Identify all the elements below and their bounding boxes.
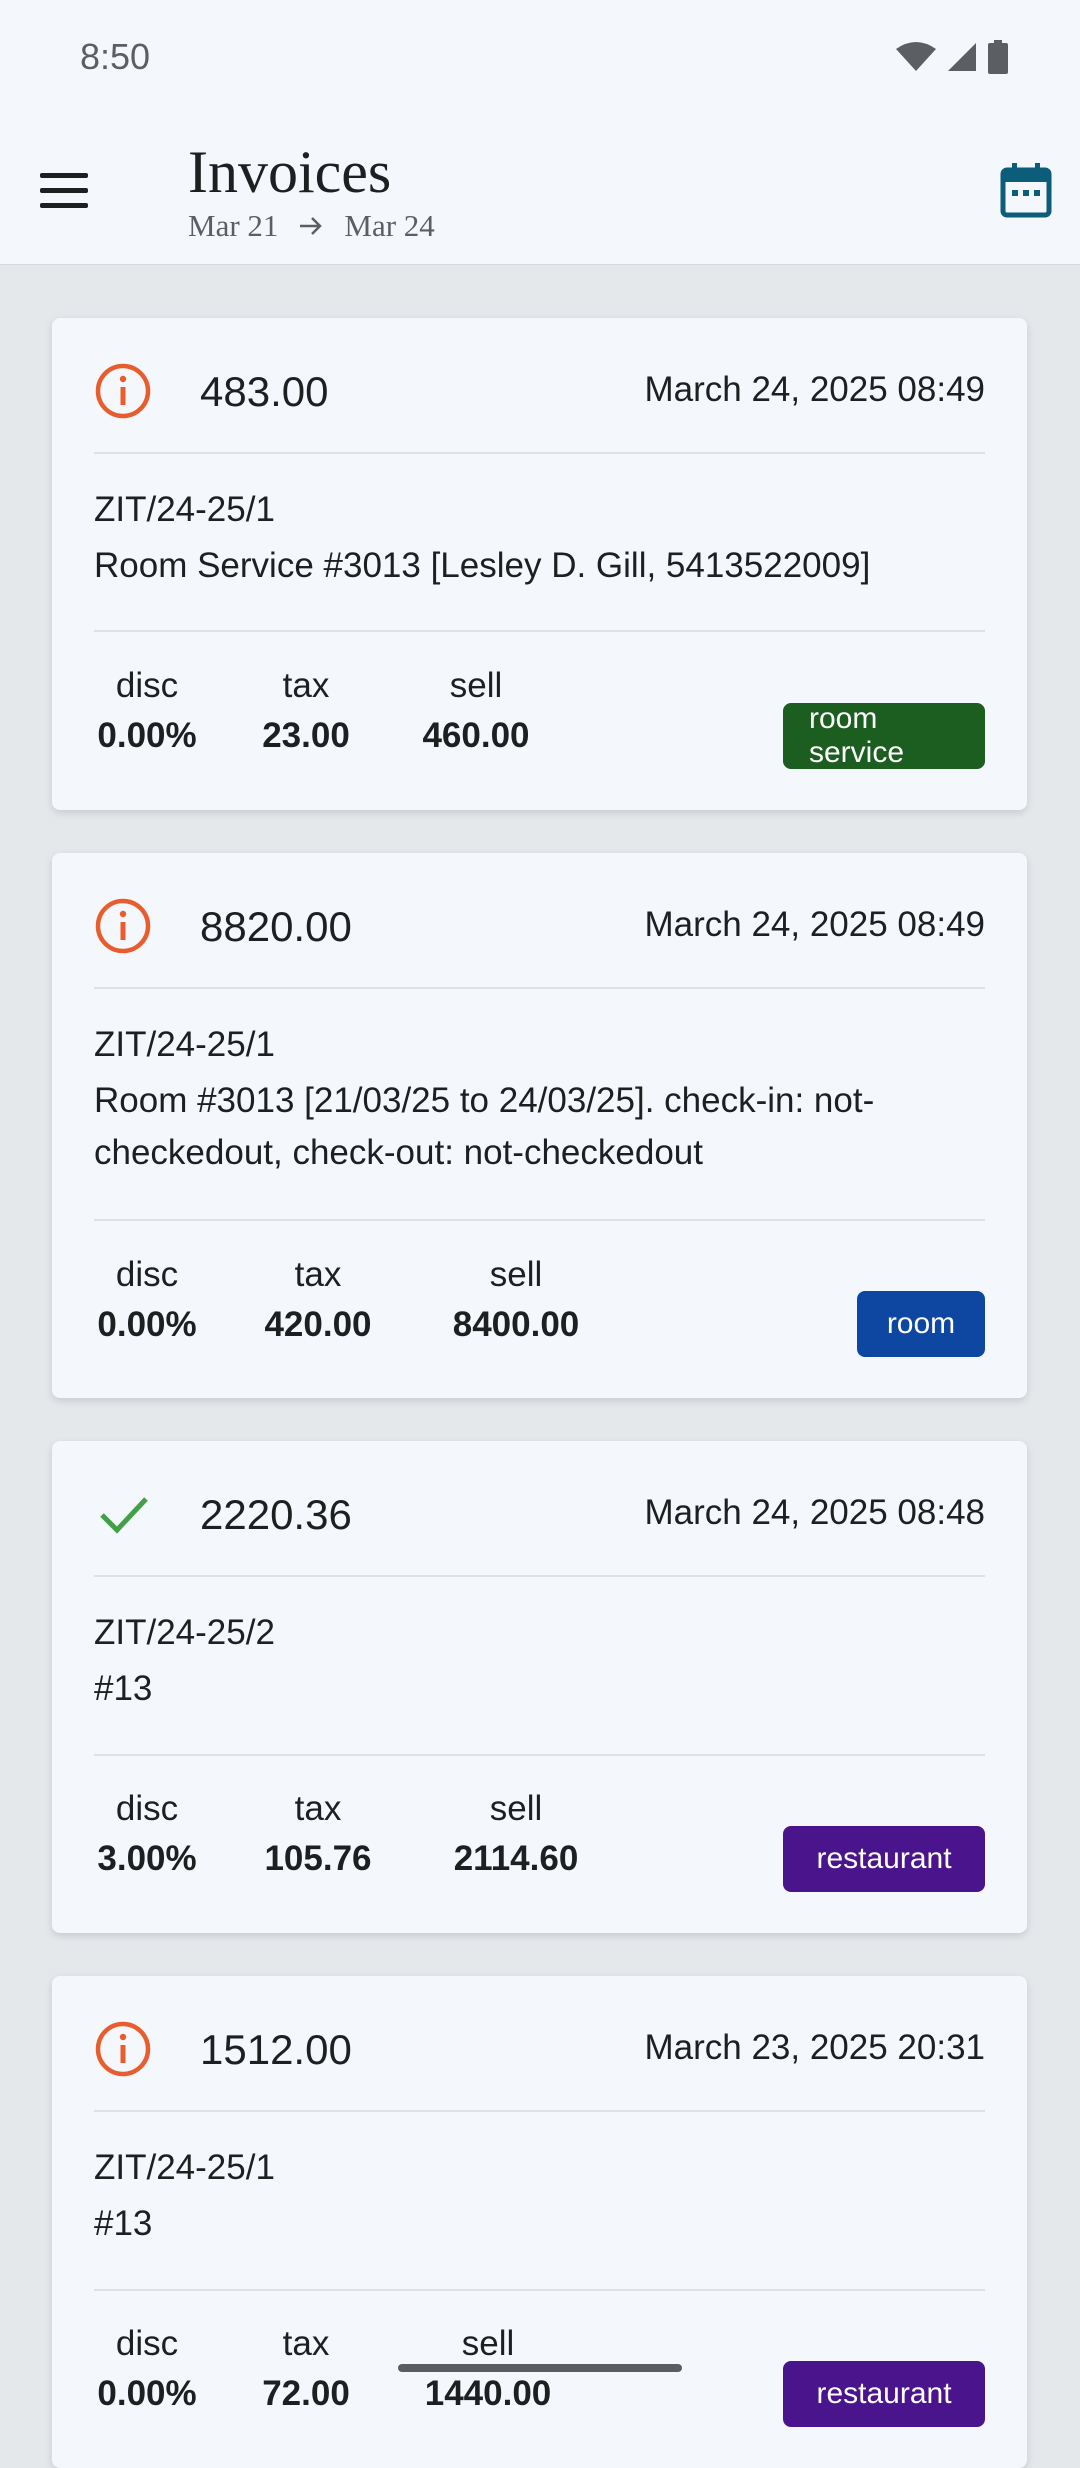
invoice-ref: ZIT/24-25/2 xyxy=(94,1613,275,1652)
tax-stat: tax 72.00 xyxy=(258,2324,354,2414)
info-icon xyxy=(95,363,151,419)
invoice-description: Room #3013 [21/03/25 to 24/03/25]. check… xyxy=(94,1081,875,1172)
invoice-card[interactable]: 1512.00 March 23, 2025 20:31 ZIT/24-25/1… xyxy=(52,1976,1027,2468)
date-range-to: Mar 24 xyxy=(344,208,435,243)
invoice-ref: ZIT/24-25/1 xyxy=(94,490,275,529)
tax-stat: tax 420.00 xyxy=(258,1255,378,1345)
invoice-ref: ZIT/24-25/1 xyxy=(94,2148,275,2187)
arrow-right-icon xyxy=(300,217,323,235)
status-time: 8:50 xyxy=(80,36,151,77)
tax-label: tax xyxy=(294,1255,342,1294)
invoice-amount: 483.00 xyxy=(200,368,329,415)
menu-icon-line xyxy=(40,187,88,193)
tax-label: tax xyxy=(282,666,330,705)
invoice-date: March 24, 2025 08:49 xyxy=(644,370,985,409)
divider xyxy=(94,630,985,632)
invoice-amount: 8820.00 xyxy=(200,903,352,950)
tax-value: 23.00 xyxy=(262,716,350,755)
invoice-card[interactable]: 8820.00 March 24, 2025 08:49 ZIT/24-25/1… xyxy=(52,853,1027,1398)
sell-value: 1440.00 xyxy=(424,2374,552,2413)
divider xyxy=(94,1754,985,1756)
disc-value: 0.00% xyxy=(97,2374,197,2413)
sell-value: 8400.00 xyxy=(452,1305,580,1344)
tax-label: tax xyxy=(294,1789,342,1828)
sell-value: 2114.60 xyxy=(453,1839,579,1878)
info-icon xyxy=(95,898,151,954)
invoice-amount: 1512.00 xyxy=(200,2026,352,2073)
tax-value: 420.00 xyxy=(264,1305,372,1344)
sell-stat: sell 2114.60 xyxy=(444,1789,588,1879)
tax-value: 72.00 xyxy=(262,2374,350,2413)
invoice-description: #13 xyxy=(94,2204,153,2243)
disc-label: disc xyxy=(115,1255,179,1294)
invoice-description: #13 xyxy=(94,1669,153,1708)
invoice-date: March 24, 2025 08:48 xyxy=(644,1493,985,1532)
disc-value: 0.00% xyxy=(97,716,197,755)
disc-label: disc xyxy=(115,666,179,705)
invoice-card[interactable]: 483.00 March 24, 2025 08:49 ZIT/24-25/1 … xyxy=(52,318,1027,810)
tax-stat: tax 23.00 xyxy=(258,666,354,756)
disc-value: 0.00% xyxy=(97,1305,197,1344)
disc-stat: disc 0.00% xyxy=(94,666,200,756)
category-tag[interactable]: restaurant xyxy=(783,1826,985,1892)
divider xyxy=(94,987,985,989)
invoice-description: Room Service #3013 [Lesley D. Gill, 5413… xyxy=(94,546,871,585)
sell-stat: sell 460.00 xyxy=(416,666,536,756)
invoice-header: 2220.36 March 24, 2025 08:48 xyxy=(94,1485,985,1541)
divider xyxy=(94,2289,985,2291)
disc-label: disc xyxy=(115,1789,179,1828)
tax-value: 105.76 xyxy=(264,1839,372,1878)
battery-icon xyxy=(988,40,1008,74)
menu-button[interactable] xyxy=(40,160,106,220)
divider xyxy=(94,452,985,454)
invoice-header: 483.00 March 24, 2025 08:49 xyxy=(94,362,985,419)
disc-value: 3.00% xyxy=(97,1839,197,1878)
tax-label: tax xyxy=(282,2324,330,2363)
calendar-icon xyxy=(1000,163,1052,218)
cellular-icon xyxy=(948,43,976,71)
category-tag[interactable]: room xyxy=(857,1291,985,1357)
sell-value: 460.00 xyxy=(422,716,530,755)
status-icons xyxy=(896,40,1008,74)
tax-stat: tax 105.76 xyxy=(258,1789,378,1879)
home-indicator[interactable] xyxy=(398,2364,682,2372)
category-tag[interactable]: restaurant xyxy=(783,2361,985,2427)
invoice-header: 1512.00 March 23, 2025 20:31 xyxy=(94,2020,985,2077)
disc-stat: disc 3.00% xyxy=(94,1789,200,1879)
page-title: Invoices xyxy=(188,139,392,205)
sell-label: sell xyxy=(489,1255,543,1294)
sell-label: sell xyxy=(461,2324,515,2363)
status-bar: 8:50 xyxy=(0,0,1080,116)
disc-stat: disc 0.00% xyxy=(94,1255,200,1345)
check-icon xyxy=(100,1497,148,1534)
calendar-button[interactable] xyxy=(1000,162,1052,223)
disc-stat: disc 0.00% xyxy=(94,2324,200,2414)
invoice-date: March 23, 2025 20:31 xyxy=(644,2028,985,2067)
invoice-card[interactable]: 2220.36 March 24, 2025 08:48 ZIT/24-25/2… xyxy=(52,1441,1027,1933)
wifi-icon xyxy=(896,42,936,71)
invoice-date: March 24, 2025 08:49 xyxy=(644,905,985,944)
invoice-amount: 2220.36 xyxy=(200,1491,352,1538)
disc-label: disc xyxy=(115,2324,179,2363)
sell-label: sell xyxy=(449,666,503,705)
sell-stat: sell 8400.00 xyxy=(444,1255,588,1345)
invoice-header: 8820.00 March 24, 2025 08:49 xyxy=(94,897,985,954)
divider xyxy=(94,2110,985,2112)
date-range-from: Mar 21 xyxy=(188,208,279,243)
info-icon xyxy=(95,2021,151,2077)
divider xyxy=(94,1219,985,1221)
sell-label: sell xyxy=(489,1789,543,1828)
date-range: Mar 21 Mar 24 xyxy=(188,208,435,244)
category-tag[interactable]: room service xyxy=(783,702,985,769)
menu-icon-line xyxy=(40,172,88,178)
app-bar: Invoices Mar 21 Mar 24 xyxy=(0,116,1080,265)
divider xyxy=(94,1575,985,1577)
invoice-ref: ZIT/24-25/1 xyxy=(94,1025,275,1064)
menu-icon-line xyxy=(40,202,88,208)
